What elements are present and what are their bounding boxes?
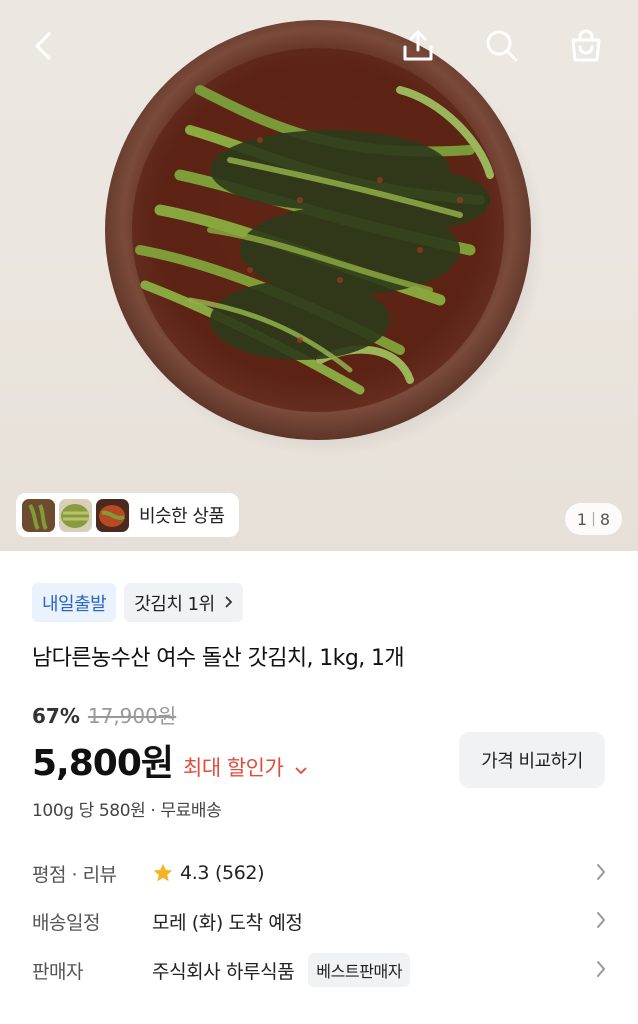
back-button[interactable] [22, 24, 66, 68]
image-counter: 1 | 8 [564, 503, 622, 535]
chevron-left-icon [35, 32, 51, 60]
similar-products-label: 비슷한 상품 [139, 506, 225, 527]
product-title: 남다른농수산 여수 돌산 갓김치, 1kg, 1개 [32, 646, 405, 671]
seller-label: 판매자 [32, 960, 83, 983]
chevron-right-icon [596, 911, 606, 933]
seller-row[interactable]: 판매자 주식회사 하루식품 베스트판매자 [32, 950, 606, 990]
star-icon [153, 863, 173, 882]
search-icon [486, 30, 518, 62]
price-row: 5,800원 최대 할인가 [32, 734, 307, 786]
max-discount-toggle[interactable]: 최대 할인가 [183, 752, 307, 782]
seller-name: 주식회사 하루식품 [152, 960, 295, 983]
discount-row: 67% 17,900원 [32, 700, 176, 729]
rank-badge[interactable]: 갓김치 1위 [124, 583, 243, 622]
share-icon [403, 30, 433, 61]
delivery-schedule-row[interactable]: 배송일정 모레 (화) 도착 예정 [32, 901, 606, 941]
discount-rate: 67% [32, 704, 80, 728]
rank-badge-label: 갓김치 1위 [134, 593, 215, 615]
search-button[interactable] [480, 24, 524, 68]
image-counter-current: 1 [576, 509, 588, 529]
similar-thumb-1 [22, 498, 55, 532]
similar-thumb-2 [59, 498, 92, 532]
chevron-right-icon [596, 863, 606, 885]
delivery-label: 배송일정 [32, 911, 100, 934]
best-seller-badge: 베스트판매자 [308, 953, 411, 987]
chevron-right-icon [225, 594, 233, 612]
badge-row: 내일출발 갓김치 1위 [32, 583, 243, 622]
seller-value: 주식회사 하루식품 베스트판매자 [152, 953, 411, 987]
cart-button[interactable] [564, 24, 608, 68]
rating-review-row[interactable]: 평점 · 리뷰 4.3 (562) [32, 853, 606, 893]
product-photo [105, 20, 546, 456]
price-compare-button[interactable]: 가격 비교하기 [459, 732, 605, 788]
chevron-right-icon [596, 960, 606, 982]
share-button[interactable] [396, 24, 440, 68]
image-counter-separator: | [591, 511, 596, 527]
similar-products-button[interactable]: 비슷한 상품 [16, 493, 239, 537]
delivery-value: 모레 (화) 도착 예정 [152, 911, 303, 934]
max-discount-label: 최대 할인가 [183, 756, 284, 780]
delivery-badge: 내일출발 [32, 583, 117, 622]
image-counter-total: 8 [599, 509, 610, 529]
unit-price-shipping: 100g 당 580원 · 무료배송 [32, 801, 222, 821]
product-image-gallery[interactable]: 비슷한 상품 1 | 8 [0, 0, 638, 551]
original-price: 17,900원 [87, 704, 177, 728]
review-count: (562) [215, 862, 265, 884]
rating-score: 4.3 [180, 862, 210, 884]
similar-thumb-3 [96, 498, 129, 532]
chevron-down-icon [295, 763, 307, 779]
rating-label: 평점 · 리뷰 [32, 863, 117, 886]
sale-price: 5,800원 [32, 743, 174, 784]
shopping-bag-icon [571, 29, 601, 62]
rating-value: 4.3 (562) [152, 862, 265, 884]
